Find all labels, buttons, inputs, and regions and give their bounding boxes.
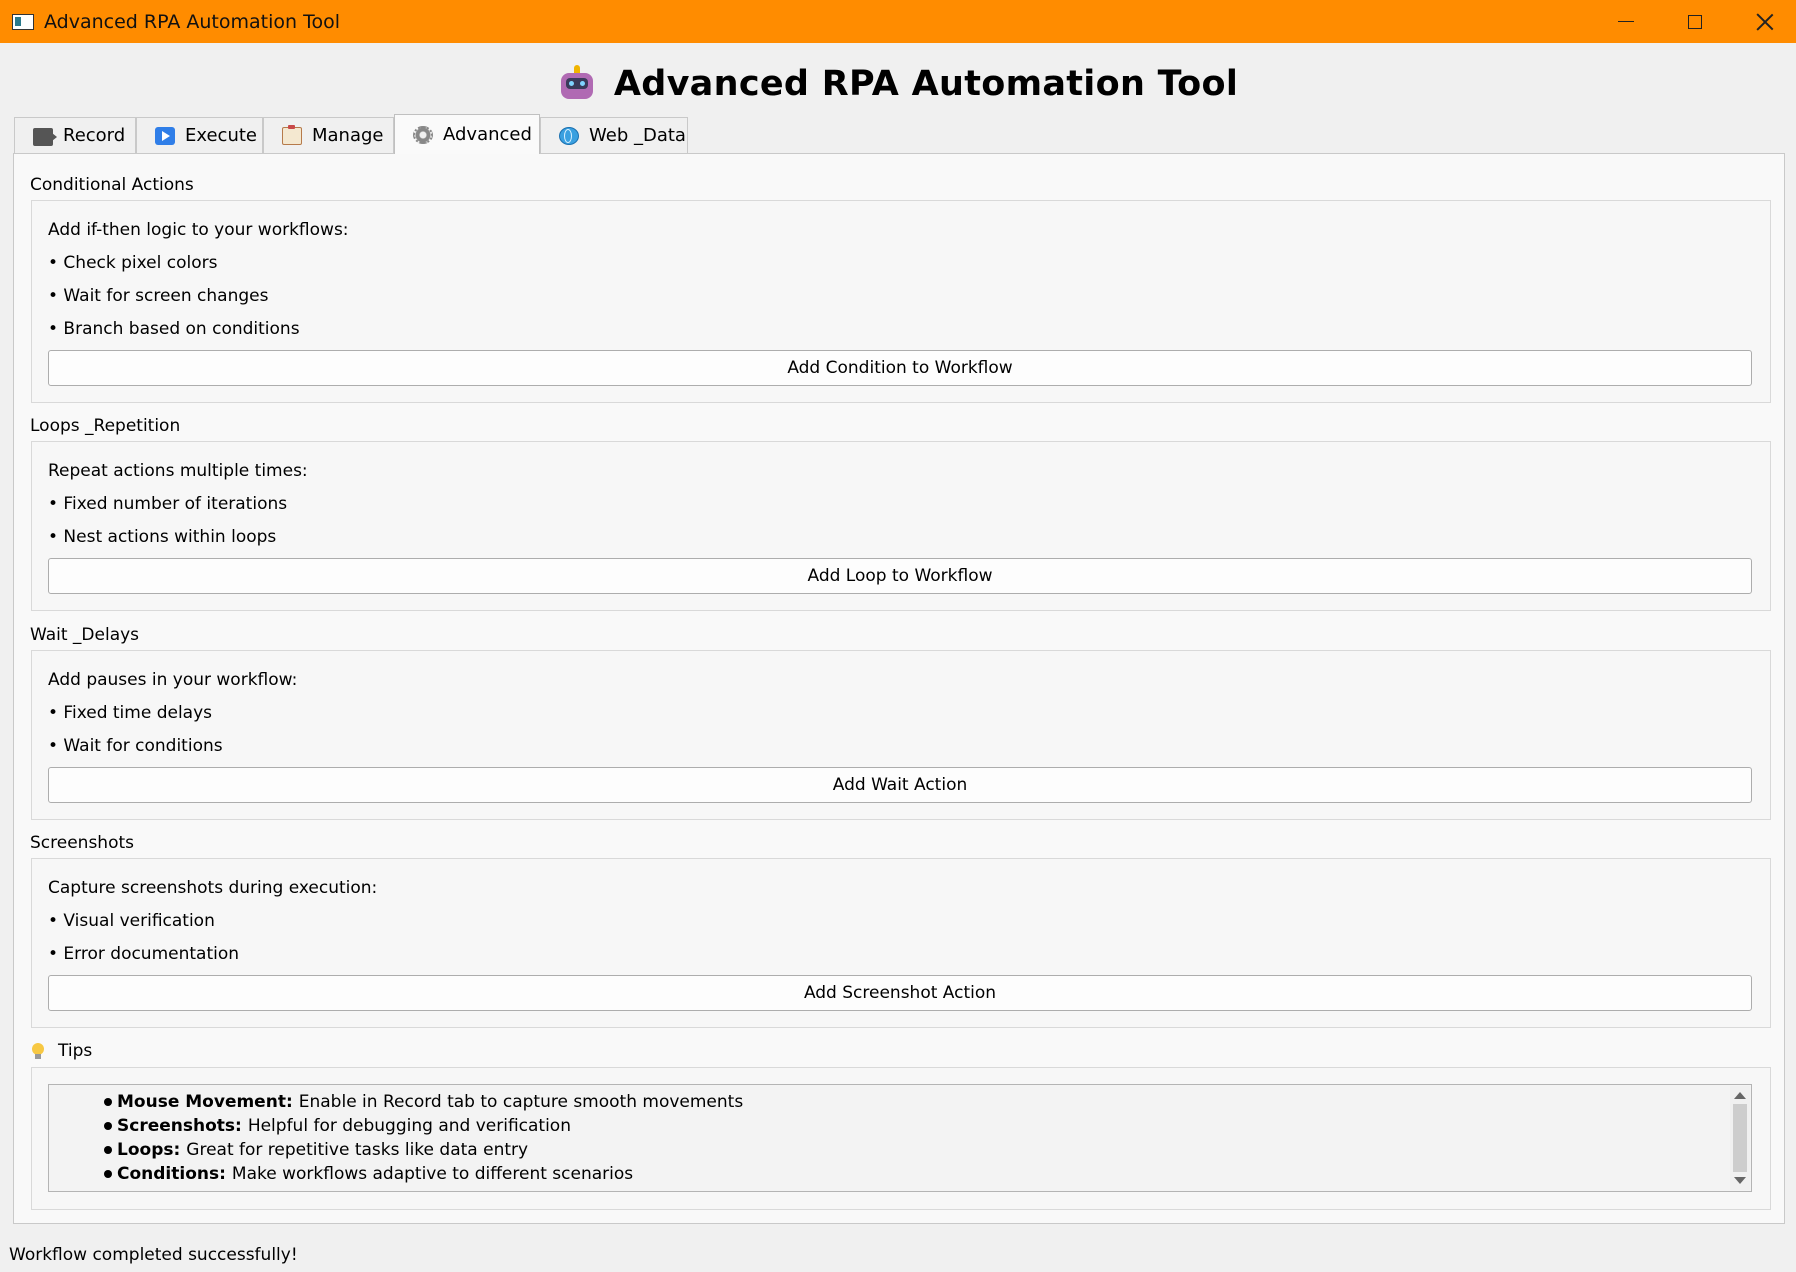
tab-label: Execute [185,125,257,146]
section-title-loops: Loops _Repetition [30,416,181,436]
close-icon [1756,13,1774,31]
window-title: Advanced RPA Automation Tool [44,10,340,33]
add-condition-button[interactable]: Add Condition to Workflow [48,350,1752,386]
wait-intro: Add pauses in your workflow: [48,670,298,690]
tip-title: Screenshots: [117,1116,242,1136]
maximize-button[interactable] [1660,0,1730,43]
section-title-wait: Wait _Delays [30,625,140,645]
globe-icon [559,126,579,145]
tab-manage[interactable]: Manage [263,117,394,153]
tab-label: Advanced [443,124,532,145]
tab-label: Web _Data [589,125,686,146]
minimize-button[interactable] [1591,0,1661,43]
tab-advanced[interactable]: Advanced [394,114,540,154]
add-screenshot-button[interactable]: Add Screenshot Action [48,975,1752,1011]
lightbulb-icon [32,1042,44,1060]
section-title-screenshots: Screenshots [30,833,135,853]
app-window-icon [12,13,34,30]
advanced-tab-panel: Conditional Actions Add if-then logic to… [13,153,1785,1224]
tip-text: Helpful for debugging and verification [247,1116,571,1136]
tip-text: Make workflows adaptive to different sce… [231,1164,634,1184]
tab-label: Record [63,125,126,146]
conditional-item: • Branch based on conditions [48,319,300,339]
page-title: Advanced RPA Automation Tool [613,64,1239,104]
window-titlebar: Advanced RPA Automation Tool [0,0,1796,43]
conditional-item: • Wait for screen changes [48,286,269,306]
tip-item: Conditions: Make workflows adaptive to d… [104,1164,633,1184]
tip-item: Mouse Movement: Enable in Record tab to … [104,1092,743,1112]
bullet-icon [104,1098,112,1106]
add-wait-button[interactable]: Add Wait Action [48,767,1752,803]
tab-record[interactable]: Record [14,117,136,153]
tab-execute[interactable]: Execute [136,117,263,153]
tip-text: Enable in Record tab to capture smooth m… [298,1092,744,1112]
page-header: Advanced RPA Automation Tool [0,58,1796,110]
video-camera-icon [33,127,57,146]
bullet-icon [104,1170,112,1178]
bullet-icon [104,1146,112,1154]
gear-icon [413,125,433,144]
wait-item: • Fixed time delays [48,703,213,723]
loops-item: • Nest actions within loops [48,527,277,547]
tip-text: Great for repetitive tasks like data ent… [186,1140,529,1160]
scroll-up-arrow-icon[interactable] [1734,1092,1746,1099]
tips-label: Tips [58,1041,93,1061]
tips-text-area[interactable]: Mouse Movement: Enable in Record tab to … [48,1084,1752,1192]
close-button[interactable] [1730,0,1796,43]
minimize-icon [1618,20,1634,23]
tips-scrollbar[interactable] [1730,1086,1750,1190]
play-icon [155,126,175,145]
tip-title: Conditions: [117,1164,226,1184]
section-title-conditional: Conditional Actions [30,175,194,195]
loops-item: • Fixed number of iterations [48,494,288,514]
robot-icon [558,65,596,103]
maximize-icon [1688,14,1702,29]
clipboard-icon [282,124,302,145]
conditional-item: • Check pixel colors [48,253,218,273]
tab-label: Manage [312,125,384,146]
screenshots-intro: Capture screenshots during execution: [48,878,378,898]
tip-item: Loops: Great for repetitive tasks like d… [104,1140,528,1160]
loops-intro: Repeat actions multiple times: [48,461,308,481]
tip-title: Loops: [117,1140,181,1160]
scroll-thumb[interactable] [1733,1104,1747,1172]
scroll-down-arrow-icon[interactable] [1734,1177,1746,1184]
tip-title: Mouse Movement: [117,1092,293,1112]
tip-item: Screenshots: Helpful for debugging and v… [104,1116,571,1136]
wait-item: • Wait for conditions [48,736,223,756]
section-title-tips: Tips [32,1041,92,1061]
bullet-icon [104,1122,112,1130]
screenshots-item: • Visual verification [48,911,215,931]
conditional-intro: Add if-then logic to your workflows: [48,220,349,240]
add-loop-button[interactable]: Add Loop to Workflow [48,558,1752,594]
tab-web-data[interactable]: Web _Data [540,117,688,153]
status-bar-text: Workflow completed successfully! [9,1245,298,1265]
screenshots-item: • Error documentation [48,944,240,964]
